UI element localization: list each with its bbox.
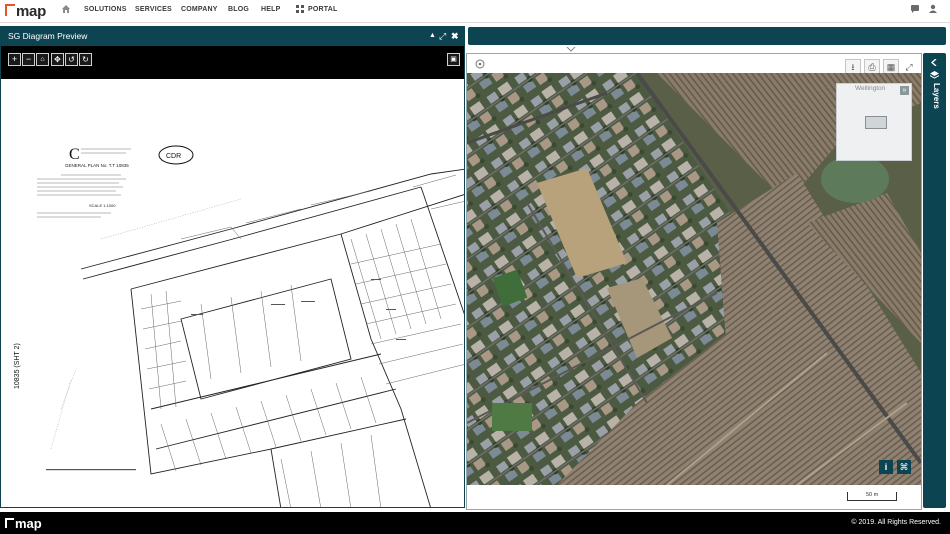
close-icon[interactable]: ✖ bbox=[451, 31, 459, 41]
collapse-overview-icon[interactable]: » bbox=[900, 86, 909, 95]
copyright-text: © 2019. All Rights Reserved. bbox=[851, 519, 941, 526]
nav-help[interactable]: HELP bbox=[261, 6, 280, 13]
sg-panel-header[interactable]: SG Diagram Preview ▲ ⤢ ✖ bbox=[1, 27, 464, 46]
scale-bar: 50 m bbox=[847, 492, 897, 501]
zoom-in-icon[interactable]: + bbox=[8, 53, 21, 66]
attribution-icon[interactable]: ⌘ bbox=[897, 460, 911, 474]
overview-map[interactable]: Wellington » bbox=[836, 83, 912, 161]
nav-solutions[interactable]: SOLUTIONS bbox=[84, 6, 127, 13]
grid-icon bbox=[296, 5, 304, 13]
layers-icon bbox=[930, 71, 939, 79]
nav-portal[interactable]: PORTAL bbox=[308, 6, 337, 13]
diagram-side-label: 10835 (SHT 2) bbox=[14, 343, 21, 389]
rotate-right-icon[interactable]: ↻ bbox=[79, 53, 92, 66]
zoom-out-icon[interactable]: − bbox=[22, 53, 35, 66]
collapse-icon[interactable]: ▲ bbox=[429, 31, 436, 41]
diagram-scale: SCALE 1:1000 bbox=[89, 203, 116, 208]
home-icon[interactable] bbox=[61, 4, 71, 14]
sg-toolbar: + − ⌂ ✥ ↺ ↻ ▣ bbox=[1, 46, 464, 79]
diagram-plan-title: GENERAL PLAN No. T.T 10835 bbox=[65, 163, 129, 168]
target-icon[interactable] bbox=[475, 59, 485, 69]
expand-icon[interactable]: ⤢ bbox=[439, 31, 446, 41]
image-icon[interactable]: ▣ bbox=[447, 53, 460, 66]
nav-company[interactable]: COMPANY bbox=[181, 6, 218, 13]
chevron-left-icon bbox=[931, 59, 937, 66]
site-logo[interactable]: map bbox=[5, 3, 46, 20]
chevron-down-icon[interactable] bbox=[566, 47, 576, 52]
sg-diagram-image[interactable]: C GENERAL PLAN No. T.T 10835 CDR SCALE 1… bbox=[1, 79, 465, 508]
diagram-cdr: CDR bbox=[166, 153, 181, 160]
chat-icon[interactable] bbox=[910, 4, 920, 14]
home-icon[interactable]: ⌂ bbox=[36, 53, 49, 66]
top-navigation: map SOLUTIONS SERVICES COMPANY BLOG HELP… bbox=[0, 0, 950, 23]
footer-logo[interactable]: map bbox=[5, 516, 42, 531]
map-panel: ⭳ ⎙ ▦ ⤢ Wellington » i ⌘ 50 m bbox=[466, 53, 922, 510]
logo-bracket-icon bbox=[5, 518, 14, 528]
pan-icon[interactable]: ✥ bbox=[51, 53, 64, 66]
sg-diagram-panel: SG Diagram Preview ▲ ⤢ ✖ + − ⌂ ✥ ↺ ↻ ▣ C… bbox=[0, 26, 465, 508]
layers-label: Layers bbox=[932, 83, 941, 109]
rotate-left-icon[interactable]: ↺ bbox=[65, 53, 78, 66]
info-icon[interactable]: i bbox=[879, 460, 893, 474]
user-icon[interactable] bbox=[928, 4, 938, 14]
overview-label: Wellington bbox=[855, 85, 886, 92]
nav-services[interactable]: SERVICES bbox=[135, 6, 172, 13]
diagram-letter: C bbox=[69, 146, 80, 163]
logo-bracket-icon bbox=[5, 4, 15, 16]
footer: map © 2019. All Rights Reserved. bbox=[0, 512, 950, 534]
nav-blog[interactable]: BLOG bbox=[228, 6, 249, 13]
overview-extent-box[interactable] bbox=[865, 116, 887, 129]
sg-panel-title: SG Diagram Preview bbox=[8, 31, 88, 41]
fullscreen-icon[interactable]: ⤢ bbox=[902, 60, 916, 74]
layers-panel-toggle[interactable]: Layers bbox=[923, 53, 946, 508]
map-header-bar bbox=[468, 27, 946, 45]
